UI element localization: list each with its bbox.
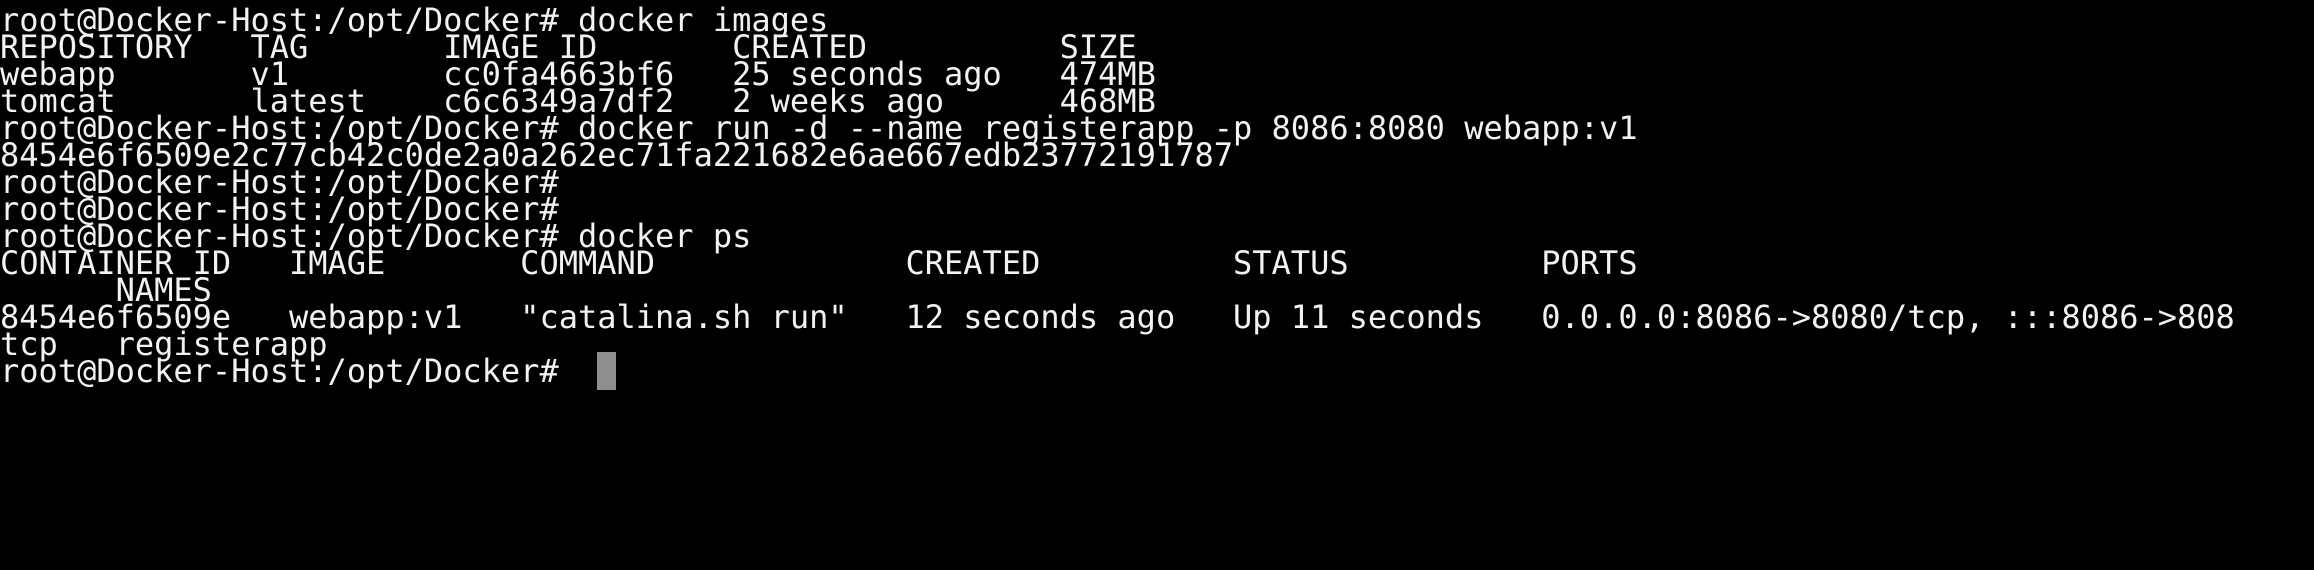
terminal-window[interactable]: root@Docker-Host:/opt/Docker# docker ima… xyxy=(0,0,2314,570)
terminal-line-12: 8454e6f6509e webapp:v1 "catalina.sh run"… xyxy=(0,298,2235,336)
terminal-line-14: root@Docker-Host:/opt/Docker# xyxy=(0,352,578,390)
terminal-line-10: CONTAINER ID IMAGE COMMAND CREATED STATU… xyxy=(0,244,1638,282)
cursor-block xyxy=(597,352,616,390)
